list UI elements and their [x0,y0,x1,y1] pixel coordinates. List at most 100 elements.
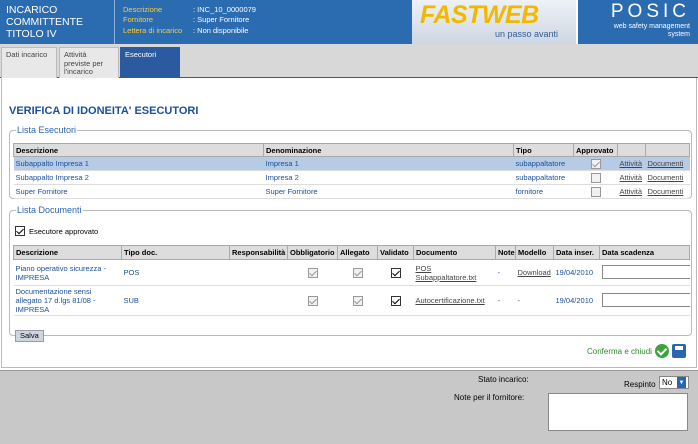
app-header: INCARICO COMMITTENTE TITOLO IV Descrizio… [0,0,698,44]
respinto-select[interactable]: No ▼ [659,376,689,389]
data-scadenza-input[interactable] [601,292,690,307]
col-documenti [645,143,690,157]
cell-allegato [337,285,378,316]
cell-documento: POS Subappaltatore.txt [413,259,496,286]
tab-dati-incarico[interactable]: Dati incarico [1,47,57,78]
table-row[interactable]: Subappalto Impresa 1 Impresa 1 subappalt… [13,156,690,171]
documenti-link[interactable]: Documenti [648,187,684,196]
note-fornitore-textarea[interactable] [548,393,688,431]
documenti-link[interactable]: Documenti [648,173,684,182]
cell-tipo-doc: SUB [121,285,230,316]
cell-attivita: Attività [617,170,646,185]
cell-tipo-doc: POS [121,259,230,286]
cell-descrizione: Super Fornitore [13,184,264,199]
attivita-link[interactable]: Attività [620,187,643,196]
bottom-panel: Stato incarico: Respinto No ▼ Note per i… [0,370,698,444]
table-row[interactable]: Super Fornitore Super Fornitore fornitor… [13,184,690,199]
cell-validato [377,285,414,316]
cell-denominazione: Impresa 1 [263,156,514,171]
approvato-checkbox [590,158,601,169]
cell-data-inser: 19/04/2010 [553,285,600,316]
cell-attivita: Attività [617,184,646,199]
cell-denominazione: Impresa 2 [263,170,514,185]
cell-tipo: subappaltatore [513,156,574,171]
page-title: VERIFICA DI IDONEITA' ESECUTORI [9,105,199,117]
cell-data-inser: 19/04/2010 [553,259,600,286]
allegato-checkbox [352,267,363,278]
cell-obbligatorio [287,285,338,316]
cell-descrizione: Subappalto Impresa 1 [13,156,264,171]
cell-allegato [337,259,378,286]
cell-modello: Download [515,259,554,286]
info-row: Lettera di incarico: Non disponibile [123,25,249,35]
cell-tipo: fornitore [513,184,574,199]
tab-attivita-previste[interactable]: Attività previste per l'incarico [59,47,119,78]
main-panel: VERIFICA DI IDONEITA' ESECUTORI Lista Es… [1,78,697,368]
documenti-link[interactable]: Documenti [648,159,684,168]
cell-documento: Autocertificazione.txt [413,285,496,316]
chevron-down-icon: ▼ [677,377,686,388]
download-link[interactable]: Download [518,268,551,277]
documento-link[interactable]: Autocertificazione.txt [416,296,485,305]
lista-esecutori: Lista Esecutori Descrizione Denominazion… [9,125,692,199]
cell-descrizione: Subappalto Impresa 2 [13,170,264,185]
save-icon[interactable] [671,344,686,358]
info-row: Descrizione: INC_10_0000079 [123,4,256,14]
obbligatorio-checkbox [307,267,318,278]
col-attivita [617,143,646,157]
cell-documenti: Documenti [645,156,690,171]
col-responsabilita: Responsabilità [229,245,288,260]
cell-responsabilita [229,259,288,286]
attivita-link[interactable]: Attività [620,159,643,168]
table-row[interactable]: Subappalto Impresa 2 Impresa 2 subappalt… [13,170,690,185]
table-header: Descrizione Tipo doc. Responsabilità Obb… [13,245,690,260]
info-row: Fornitore: Super Fornitore [123,15,250,25]
cell-documenti: Documenti [645,170,690,185]
stato-incarico-label: Stato incarico: [478,375,529,384]
lista-esecutori-legend: Lista Esecutori [17,125,77,135]
cell-approvato [573,156,618,171]
table-header: Descrizione Denominazione Tipo Approvato [13,143,690,157]
cell-descrizione: Piano operativo sicurezza - IMPRESA [13,259,122,286]
cell-descrizione: Documentazione sensi allegato 17 d.lgs 8… [13,285,122,316]
col-documento: Documento [413,245,496,260]
col-data-scadenza: Data scadenza [599,245,690,260]
respinto-label: Respinto [624,380,656,389]
table-row: Documentazione sensi allegato 17 d.lgs 8… [13,285,690,316]
allegato-checkbox [352,295,363,306]
salva-button[interactable]: Salva [15,330,44,342]
documento-link[interactable]: POS Subappaltatore.txt [416,264,477,282]
lista-documenti: Lista Documenti Esecutore approvato Desc… [9,205,692,342]
lista-documenti-legend: Lista Documenti [17,205,82,215]
fastweb-tagline: un passo avanti [495,29,559,39]
cell-responsabilita [229,285,288,316]
tab-bar: Dati incarico Attività previste per l'in… [0,44,698,78]
cell-note: - [495,259,516,286]
col-descrizione: Descrizione [13,245,122,260]
col-validato: Validato [377,245,414,260]
cell-approvato [573,170,618,185]
esecutore-approvato-checkbox[interactable] [15,226,25,236]
respinto-select-value: No [662,378,673,387]
col-data-inser: Data inser. [553,245,600,260]
documenti-table: Descrizione Tipo doc. Responsabilità Obb… [13,245,690,316]
fastweb-wordmark: FASTWEB [420,1,539,29]
cell-note: - [495,285,516,316]
check-icon[interactable] [654,344,669,358]
table-row: Piano operativo sicurezza - IMPRESA POS … [13,259,690,286]
cell-obbligatorio [287,259,338,286]
obbligatorio-checkbox [307,295,318,306]
col-approvato: Approvato [573,143,618,157]
esecutori-table: Descrizione Denominazione Tipo Approvato… [13,143,690,199]
validato-checkbox[interactable] [390,295,401,306]
cell-approvato [573,184,618,199]
cell-attivita: Attività [617,156,646,171]
conferma-e-chiudi[interactable]: Conferma e chiudi [587,344,686,358]
cell-denominazione: Super Fornitore [263,184,514,199]
data-scadenza-input[interactable] [601,264,690,279]
attivita-link[interactable]: Attività [620,173,643,182]
tab-esecutori[interactable]: Esecutori [120,47,180,78]
validato-checkbox[interactable] [390,267,401,278]
cell-modello: - [515,285,554,316]
page-heading: INCARICO COMMITTENTE TITOLO IV [6,4,83,40]
